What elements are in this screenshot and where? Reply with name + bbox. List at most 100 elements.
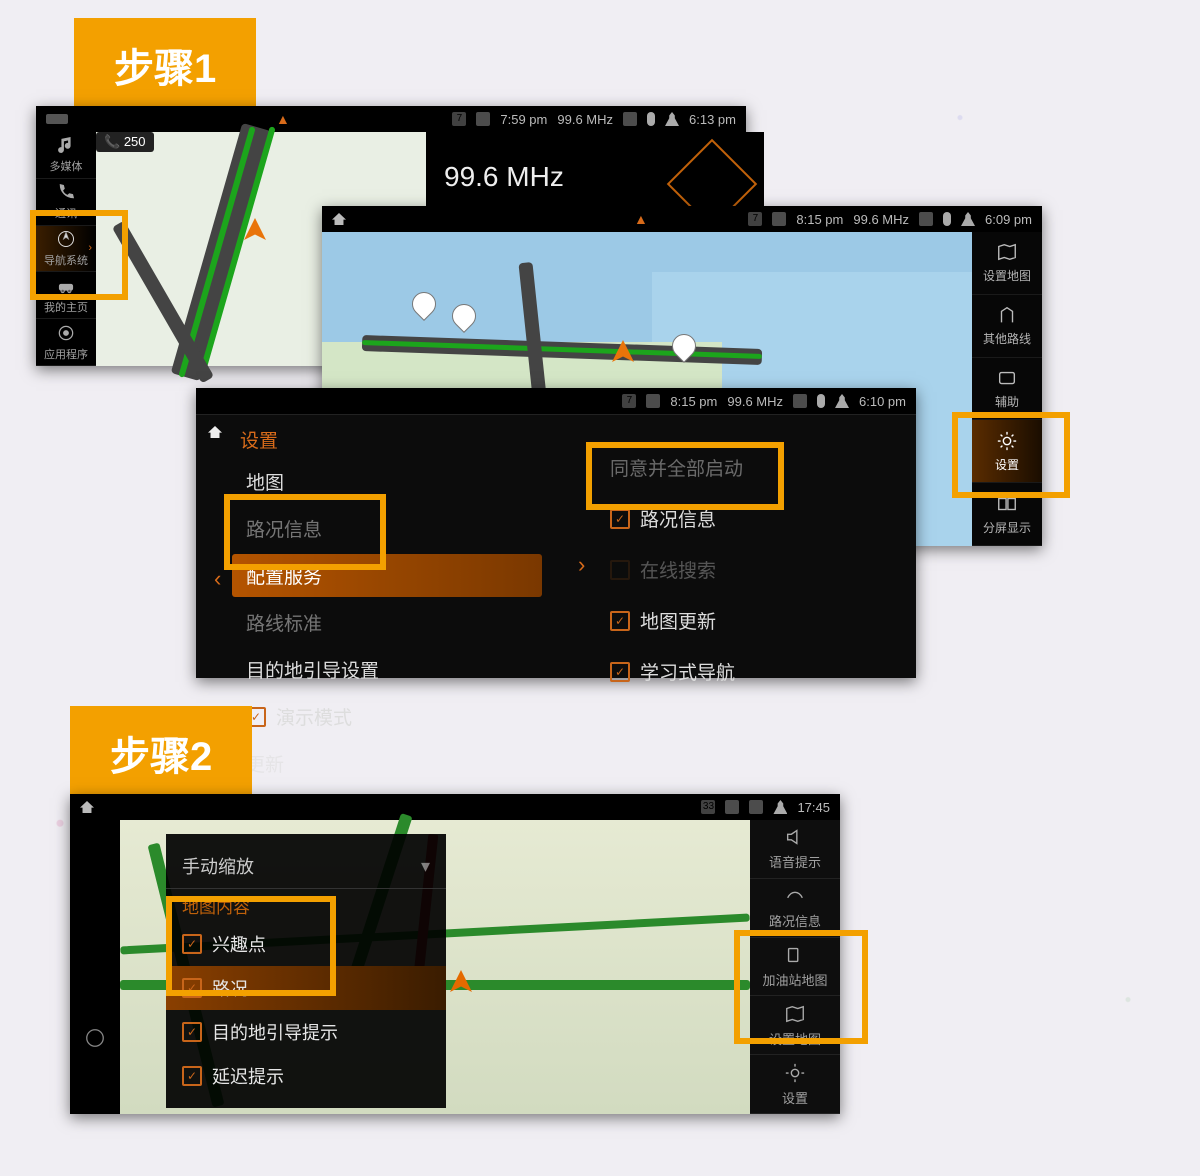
- s2-setmap[interactable]: 设置地图: [750, 996, 840, 1055]
- fuel-icon: [784, 944, 806, 966]
- statusbar-1b: ▲ 7 8:15 pm 99.6 MHz 6:09 pm: [322, 206, 1042, 233]
- speaker-icon: [784, 826, 806, 848]
- mic-icon: [647, 112, 655, 126]
- checkbox-icon: ✓: [610, 662, 630, 682]
- badge-icon: 7: [452, 112, 466, 126]
- sidebar-media-label: 多媒体: [50, 158, 83, 174]
- home-icon[interactable]: [332, 213, 346, 225]
- mute-icon: [623, 112, 637, 126]
- row-map[interactable]: 地图: [232, 460, 542, 503]
- home-icon[interactable]: [208, 426, 222, 438]
- map-call-badge[interactable]: 📞 250: [96, 132, 154, 152]
- checkbox-icon: ✓: [182, 1022, 202, 1042]
- gear-icon: [996, 430, 1018, 452]
- row-auto[interactable]: 同意并全部启动: [596, 446, 896, 489]
- map-content-panel: 手动缩放▾ 地图内容 ✓兴趣点 ✓路况 ✓目的地引导提示 ✓延迟提示: [166, 834, 446, 1108]
- r-setmap[interactable]: 设置地图: [972, 232, 1042, 295]
- row-traffic2[interactable]: ✓路况: [166, 966, 446, 1010]
- caret-up-icon[interactable]: ▲: [276, 111, 290, 127]
- home-icon[interactable]: [80, 801, 94, 813]
- row-rtraffic[interactable]: ✓路况信息: [596, 497, 896, 540]
- row-dest2[interactable]: ✓目的地引导提示: [166, 1010, 446, 1054]
- gear-icon: [784, 1062, 806, 1084]
- routes-icon: [996, 304, 1018, 326]
- chevron-right-icon[interactable]: ›: [578, 552, 585, 578]
- sidebar-1a: 多媒体 通讯 导航系统 › 我的主页 应用程序: [36, 132, 96, 366]
- freq: 99.6 MHz: [853, 212, 909, 227]
- step1-label: 步骤1: [74, 18, 256, 112]
- freq: 99.6 MHz: [557, 112, 613, 127]
- row-update[interactable]: 更新: [232, 742, 542, 785]
- row-online[interactable]: 在线搜索: [596, 548, 896, 591]
- map-icon: [996, 241, 1018, 263]
- row-demo[interactable]: ✓演示模式: [232, 695, 542, 738]
- checkbox-icon: [610, 560, 630, 580]
- s2-fuel[interactable]: 加油站地图: [750, 938, 840, 997]
- mute-icon: [749, 800, 763, 814]
- r-settings[interactable]: 设置: [972, 420, 1042, 483]
- row-dest[interactable]: 目的地引导设置: [232, 648, 542, 691]
- checkbox-icon: ✓: [182, 1066, 202, 1086]
- signal-icon: [646, 394, 660, 408]
- screen-2: 33 17:45 手动缩放▾ 地图内容 ✓兴趣点 ✓路况 ✓目的地引导提示 ✓延…: [70, 794, 840, 1114]
- row-route[interactable]: 路线标准: [232, 601, 542, 644]
- signal-icon: [772, 212, 786, 226]
- s2-traffic[interactable]: 路况信息: [750, 879, 840, 938]
- car-icon: [56, 276, 76, 296]
- r-setmap-label: 设置地图: [983, 267, 1031, 284]
- time: 17:45: [797, 800, 830, 815]
- menu-icon[interactable]: [46, 114, 68, 124]
- person-icon: [773, 800, 787, 814]
- checkbox-icon: ✓: [182, 978, 202, 998]
- mic-icon: [943, 212, 951, 226]
- apps-icon: [56, 323, 76, 343]
- time-right: 6:13 pm: [689, 112, 736, 127]
- s2-voice[interactable]: 语音提示: [750, 820, 840, 879]
- r-routes-label: 其他路线: [983, 330, 1031, 347]
- split-icon: [996, 493, 1018, 515]
- mute-icon: [919, 212, 933, 226]
- row-service[interactable]: 配置服务: [232, 554, 542, 597]
- r-assist-label: 辅助: [995, 393, 1019, 410]
- r-split[interactable]: 分屏显示: [972, 483, 1042, 546]
- signal-icon: [725, 800, 739, 814]
- sidebar-media[interactable]: 多媒体: [36, 132, 96, 179]
- s2-settings[interactable]: 设置: [750, 1055, 840, 1114]
- chevron-left-icon[interactable]: ‹: [214, 566, 221, 592]
- row-delay[interactable]: ✓延迟提示: [166, 1054, 446, 1098]
- checkbox-icon: ✓: [610, 611, 630, 631]
- compass-icon[interactable]: [84, 1027, 106, 1049]
- time-left: 8:15 pm: [670, 394, 717, 409]
- statusbar-1c: 7 8:15 pm 99.6 MHz 6:10 pm: [196, 388, 916, 415]
- settings-right-col: 同意并全部启动 ✓路况信息 在线搜索 ✓地图更新 ✓学习式导航: [596, 446, 896, 693]
- signal-icon: [476, 112, 490, 126]
- badge-icon: 33: [701, 800, 715, 814]
- caret-up-icon[interactable]: ▲: [634, 211, 648, 227]
- statusbar-1a: ▲ 7 7:59 pm 99.6 MHz 6:13 pm: [36, 106, 746, 133]
- row-traffic[interactable]: 路况信息: [232, 507, 542, 550]
- screen-1c: 7 8:15 pm 99.6 MHz 6:10 pm 设置 地图 路况信息 配置…: [196, 388, 916, 678]
- rightbar-2: 语音提示 路况信息 加油站地图 设置地图 设置: [750, 820, 840, 1114]
- row-poi[interactable]: ✓兴趣点: [166, 922, 446, 966]
- r-routes[interactable]: 其他路线: [972, 295, 1042, 358]
- panel-heading: 地图内容: [166, 889, 446, 922]
- r-split-label: 分屏显示: [983, 519, 1031, 536]
- rightbar-1b: 设置地图 其他路线 辅助 设置 分屏显示: [972, 232, 1042, 546]
- row-mapupd[interactable]: ✓地图更新: [596, 599, 896, 642]
- person-icon: [835, 394, 849, 408]
- sidebar-nav[interactable]: 导航系统 ›: [36, 226, 96, 273]
- sidebar-my[interactable]: 我的主页: [36, 272, 96, 319]
- mute-icon: [793, 394, 807, 408]
- row-zoom[interactable]: 手动缩放▾: [166, 844, 446, 889]
- sidebar-nav-label: 导航系统: [44, 252, 88, 268]
- settings-title: 设置: [240, 426, 278, 453]
- sidebar-comm[interactable]: 通讯: [36, 179, 96, 226]
- person-icon: [665, 112, 679, 126]
- row-learn[interactable]: ✓学习式导航: [596, 650, 896, 693]
- sidebar-apps[interactable]: 应用程序: [36, 319, 96, 366]
- music-note-icon: [56, 135, 76, 155]
- traffic-icon: [784, 885, 806, 907]
- badge-icon: 7: [748, 212, 762, 226]
- r-assist[interactable]: 辅助: [972, 358, 1042, 421]
- phone-icon: [56, 182, 76, 202]
